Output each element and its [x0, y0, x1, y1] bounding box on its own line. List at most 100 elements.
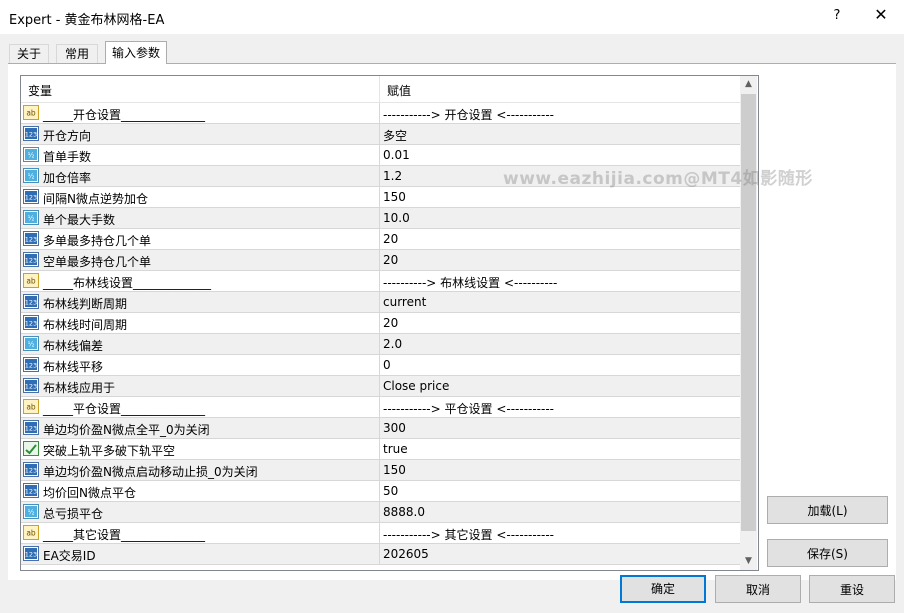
svg-text:123: 123 — [25, 467, 37, 475]
parameter-row[interactable]: ab _____平仓设置______________ -----------> 平仓… — [21, 397, 740, 418]
parameter-row[interactable]: 123 多单最多持仓几个单 20 — [21, 229, 740, 250]
integer-type-icon: 123 — [23, 420, 39, 435]
parameter-value[interactable]: 10.0 — [383, 211, 410, 225]
parameters-grid: 变量 赋值 ab _____开仓设置______________ ---------… — [20, 75, 759, 571]
tab-input-parameters[interactable]: 输入参数 — [105, 41, 167, 64]
parameter-value[interactable]: 300 — [383, 421, 406, 435]
parameter-row[interactable]: 123 单边均价盈N微点全平_0为关闭 300 — [21, 418, 740, 439]
parameter-row[interactable]: ab _____开仓设置______________ -----------> 开仓… — [21, 103, 740, 124]
close-button[interactable]: ✕ — [872, 5, 890, 24]
parameter-name: 加仓倍率 — [43, 171, 92, 185]
scrollbar-thumb[interactable] — [741, 94, 756, 531]
parameter-row[interactable]: 123 开仓方向 多空 — [21, 124, 740, 145]
column-divider[interactable] — [379, 76, 380, 102]
parameter-value[interactable]: 0 — [383, 358, 391, 372]
parameter-value[interactable]: 50 — [383, 484, 398, 498]
column-separator — [379, 187, 380, 208]
parameter-row[interactable]: 123 布林线应用于 Close price — [21, 376, 740, 397]
tab-about[interactable]: 关于 — [9, 44, 49, 64]
column-separator — [379, 460, 380, 481]
save-button[interactable]: 保存(S) — [767, 539, 888, 567]
parameter-value[interactable]: 2.0 — [383, 337, 402, 351]
help-button[interactable]: ? — [831, 8, 843, 23]
parameter-value[interactable]: -----------> 其它设置 <----------- — [383, 526, 554, 543]
vertical-scrollbar[interactable]: ▲ ▼ — [740, 76, 757, 570]
parameter-value[interactable]: current — [383, 295, 426, 309]
column-separator — [379, 439, 380, 460]
title-bar: Expert - 黄金布林网格-EA ? ✕ — [0, 0, 904, 34]
parameter-value[interactable]: 150 — [383, 190, 406, 204]
window-title: Expert - 黄金布林网格-EA — [9, 13, 165, 28]
grid-header: 变量 赋值 — [21, 76, 740, 103]
parameter-value[interactable]: true — [383, 442, 408, 456]
parameter-name: 布林线判断周期 — [43, 297, 128, 311]
parameter-name: 首单手数 — [43, 150, 92, 164]
parameter-row[interactable]: 123 均价回N微点平仓 50 — [21, 481, 740, 502]
parameter-name: 单边均价盈N微点启动移动止损_0为关闭 — [43, 465, 258, 479]
cancel-button[interactable]: 取消 — [715, 575, 801, 603]
parameter-value[interactable]: ----------> 布林线设置 <---------- — [383, 274, 557, 291]
parameter-name: 空单最多持仓几个单 — [43, 255, 152, 269]
svg-text:½: ½ — [28, 215, 35, 223]
svg-text:123: 123 — [25, 299, 37, 307]
integer-type-icon: 123 — [23, 315, 39, 330]
svg-text:ab: ab — [26, 529, 36, 538]
parameter-name: 开仓方向 — [43, 129, 92, 143]
parameter-row[interactable]: 123 布林线平移 0 — [21, 355, 740, 376]
double-type-icon: ½ — [23, 168, 39, 183]
column-separator — [379, 523, 380, 544]
parameter-value[interactable]: -----------> 平仓设置 <----------- — [383, 400, 554, 417]
parameter-row[interactable]: 123 布林线时间周期 20 — [21, 313, 740, 334]
ok-button[interactable]: 确定 — [620, 575, 706, 603]
svg-text:123: 123 — [25, 362, 37, 370]
double-type-icon: ½ — [23, 147, 39, 162]
parameter-value[interactable]: 20 — [383, 253, 398, 267]
parameter-row[interactable]: ½ 单个最大手数 10.0 — [21, 208, 740, 229]
column-separator — [379, 544, 380, 565]
parameter-name: 单边均价盈N微点全平_0为关闭 — [43, 423, 210, 437]
svg-text:ab: ab — [26, 403, 36, 412]
reset-button[interactable]: 重设 — [809, 575, 895, 603]
parameter-value[interactable]: 多空 — [383, 127, 407, 144]
parameter-value[interactable]: Close price — [383, 379, 449, 393]
parameter-row[interactable]: 123 单边均价盈N微点启动移动止损_0为关闭 150 — [21, 460, 740, 481]
parameter-row[interactable]: 123 间隔N微点逆势加仓 150 — [21, 187, 740, 208]
parameter-row[interactable]: 突破上轨平多破下轨平空 true — [21, 439, 740, 460]
parameter-value[interactable]: 8888.0 — [383, 505, 425, 519]
parameter-value[interactable]: -----------> 开仓设置 <----------- — [383, 106, 554, 123]
column-separator — [379, 376, 380, 397]
parameter-value[interactable]: 20 — [383, 316, 398, 330]
parameter-name: _____开仓设置______________ — [43, 108, 206, 122]
parameter-value[interactable]: 0.01 — [383, 148, 410, 162]
parameter-value[interactable]: 202605 — [383, 547, 429, 561]
parameter-row[interactable]: ½ 总亏损平仓 8888.0 — [21, 502, 740, 523]
tab-common[interactable]: 常用 — [56, 44, 98, 64]
integer-type-icon: 123 — [23, 483, 39, 498]
parameter-row[interactable]: 123 EA交易ID 202605 — [21, 544, 740, 565]
integer-type-icon: 123 — [23, 189, 39, 204]
column-separator — [379, 481, 380, 502]
parameter-row[interactable]: ab _____布林线设置_____________ ----------> 布林线… — [21, 271, 740, 292]
scroll-down-icon[interactable]: ▼ — [740, 553, 757, 570]
parameter-value[interactable]: 1.2 — [383, 169, 402, 183]
svg-text:123: 123 — [25, 320, 37, 328]
parameter-name: 多单最多持仓几个单 — [43, 234, 152, 248]
parameter-row[interactable]: 123 布林线判断周期 current — [21, 292, 740, 313]
parameter-row[interactable]: ½ 布林线偏差 2.0 — [21, 334, 740, 355]
load-button[interactable]: 加载(L) — [767, 496, 888, 524]
svg-text:123: 123 — [25, 488, 37, 496]
integer-type-icon: 123 — [23, 252, 39, 267]
parameter-name: 布林线平移 — [43, 360, 104, 374]
column-header-variable[interactable]: 变量 — [28, 82, 52, 99]
svg-text:123: 123 — [25, 236, 37, 244]
scroll-up-icon[interactable]: ▲ — [740, 76, 757, 93]
column-separator — [379, 229, 380, 250]
parameter-value[interactable]: 20 — [383, 232, 398, 246]
parameter-row[interactable]: 123 空单最多持仓几个单 20 — [21, 250, 740, 271]
column-separator — [379, 355, 380, 376]
parameter-row[interactable]: ab _____其它设置______________ -----------> 其它… — [21, 523, 740, 544]
parameter-value[interactable]: 150 — [383, 463, 406, 477]
integer-type-icon: 123 — [23, 378, 39, 393]
column-header-value[interactable]: 赋值 — [387, 82, 411, 99]
parameter-row[interactable]: ½ 首单手数 0.01 — [21, 145, 740, 166]
